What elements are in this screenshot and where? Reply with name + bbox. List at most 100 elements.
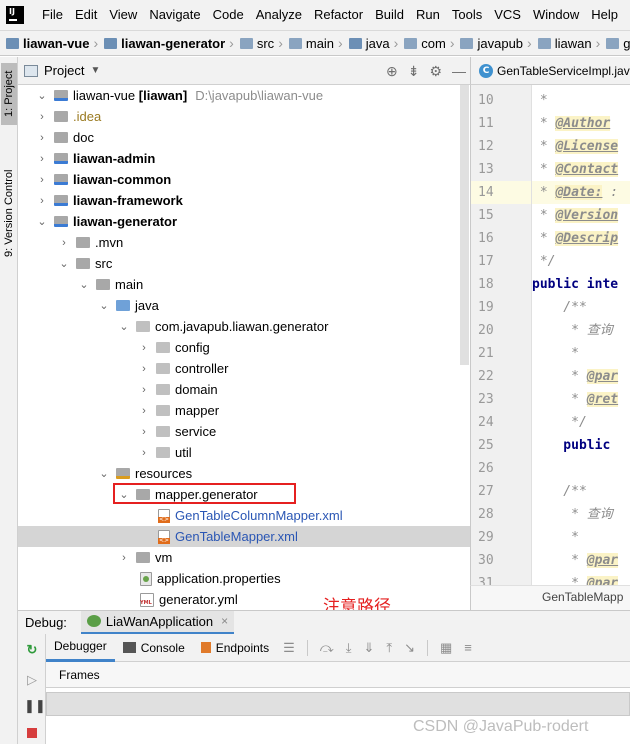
collapsed-arrow-icon[interactable]: › [138,384,150,396]
tree-item[interactable]: › controller [18,358,470,379]
step-out-icon[interactable]: ⤒ [386,640,392,656]
more-icon[interactable]: ≡ [464,640,472,655]
collapsed-arrow-icon[interactable]: › [36,132,48,144]
breadcrumb-item[interactable]: liawan-generator [98,36,225,51]
tree-item[interactable]: ⌄ liawan-generator [18,211,470,232]
collapsed-arrow-icon[interactable]: › [138,363,150,375]
tree-item[interactable]: › liawan-admin [18,148,470,169]
tab-console[interactable]: Console [115,634,193,662]
tree-item[interactable]: › util [18,442,470,463]
expanded-arrow-icon[interactable]: ⌄ [36,89,48,102]
tree-item[interactable]: › vm [18,547,470,568]
menu-help[interactable]: Help [585,0,624,30]
expanded-arrow-icon[interactable]: ⌄ [58,257,70,270]
tab-endpoints[interactable]: Endpoints [193,634,277,662]
collapsed-arrow-icon[interactable]: › [138,405,150,417]
code-line: * @Author [532,116,611,131]
stop-icon[interactable] [24,726,40,742]
menu-navigate[interactable]: Navigate [143,0,206,30]
evaluate-icon[interactable]: ▦ [440,640,452,656]
menu-refactor[interactable]: Refactor [308,0,369,30]
collapsed-arrow-icon[interactable]: › [138,426,150,438]
collapsed-arrow-icon[interactable]: › [36,153,48,165]
tree-item[interactable]: › service [18,421,470,442]
tree-item[interactable]: ⌄ src [18,253,470,274]
step-into-icon[interactable]: ⤓ [346,640,352,656]
tree-item[interactable]: › liawan-framework [18,190,470,211]
collapsed-arrow-icon[interactable]: › [36,174,48,186]
tree-item-selected[interactable]: GenTableMapper.xml [18,526,470,547]
expanded-arrow-icon[interactable]: ⌄ [36,215,48,228]
tree-item[interactable]: ⌄ liawan-vue [liawan] D:\javapub\liawan-… [18,85,470,106]
breadcrumb-item[interactable]: javapub [454,36,523,51]
collapsed-arrow-icon[interactable]: › [36,195,48,207]
tree-item[interactable]: › .idea [18,106,470,127]
close-icon[interactable]: × [221,614,228,628]
menu-lines-icon[interactable]: ☰ [283,640,295,656]
tree-item[interactable]: ⌄ main [18,274,470,295]
collapsed-arrow-icon[interactable]: › [118,552,130,564]
collapsed-arrow-icon[interactable]: › [36,111,48,123]
menu-view[interactable]: View [103,0,143,30]
expanded-arrow-icon[interactable]: ⌄ [98,299,110,312]
breadcrumb-item[interactable]: main [283,36,334,51]
tab-debugger[interactable]: Debugger [46,634,115,662]
tree-item[interactable]: GenTableColumnMapper.xml [18,505,470,526]
breadcrumb-item[interactable]: java [343,36,390,51]
version-control-tool-tab[interactable]: 9: Version Control [1,153,17,273]
debug-session-tab[interactable]: LiaWanApplication × [80,610,235,635]
tree-item[interactable]: › .mvn [18,232,470,253]
expanded-arrow-icon[interactable]: ⌄ [118,320,130,333]
step-over-icon[interactable]: ⤼ [320,640,334,656]
run-to-cursor-icon[interactable]: ↘ [404,640,415,656]
menu-build[interactable]: Build [369,0,410,30]
force-step-into-icon[interactable]: ⇓ [363,640,374,656]
tree-item[interactable]: › mapper [18,400,470,421]
tree-item[interactable]: › domain [18,379,470,400]
editor-footer-breadcrumb[interactable]: GenTableMapp [470,585,630,610]
code-line: * @Date: : [532,181,630,204]
breadcrumb-item[interactable]: g [600,36,630,51]
expanded-arrow-icon[interactable]: ⌄ [98,467,110,480]
rerun-icon[interactable]: ↻ [24,642,40,658]
expanded-arrow-icon[interactable]: ⌄ [78,278,90,291]
menu-run[interactable]: Run [410,0,446,30]
hide-icon[interactable]: — [452,63,466,79]
breadcrumb-item[interactable]: com [398,36,446,51]
menu-analyze[interactable]: Analyze [250,0,308,30]
tree-item[interactable]: › config [18,337,470,358]
tree-item[interactable]: generator.yml [18,589,470,610]
code-area[interactable]: * * @Author * @License * @Contact * @Dat… [532,85,630,585]
project-tool-tab[interactable]: 1: Project [1,63,17,125]
menu-vcs[interactable]: VCS [488,0,527,30]
menu-code[interactable]: Code [207,0,250,30]
locate-icon[interactable]: ⊕ [386,63,398,80]
menu-window[interactable]: Window [527,0,585,30]
tree-item[interactable]: ⌄ com.javapub.liawan.generator [18,316,470,337]
collapsed-arrow-icon[interactable]: › [138,342,150,354]
tree-item[interactable]: ⌄ java [18,295,470,316]
code-line: * 查询 [532,323,613,338]
collapsed-arrow-icon[interactable]: › [138,447,150,459]
yml-file-icon [140,592,154,607]
collapse-all-icon[interactable]: ⇟ [408,63,420,80]
collapsed-arrow-icon[interactable]: › [58,237,70,249]
menu-tools[interactable]: Tools [446,0,488,30]
breadcrumb-item[interactable]: src [234,36,274,51]
project-view-selector[interactable]: Project ▼ [24,63,100,78]
tree-item[interactable]: ⌄ resources [18,463,470,484]
gear-icon[interactable]: ⚙ [429,63,442,80]
menu-file[interactable]: File [36,0,69,30]
frames-dropdown[interactable] [46,692,630,716]
breadcrumb-item[interactable]: liawan-vue [0,36,89,51]
folder-icon [239,37,253,49]
menu-edit[interactable]: Edit [69,0,103,30]
editor-tab[interactable]: C GenTableServiceImpl.java [471,63,630,78]
tree-item[interactable]: application.properties [18,568,470,589]
tree-scrollbar[interactable] [460,85,469,365]
pause-icon[interactable]: ❚❚ [24,698,46,714]
resume-icon[interactable]: ▷ [24,672,40,688]
breadcrumb-item[interactable]: liawan [532,36,592,51]
tree-item[interactable]: › doc [18,127,470,148]
tree-item[interactable]: › liawan-common [18,169,470,190]
